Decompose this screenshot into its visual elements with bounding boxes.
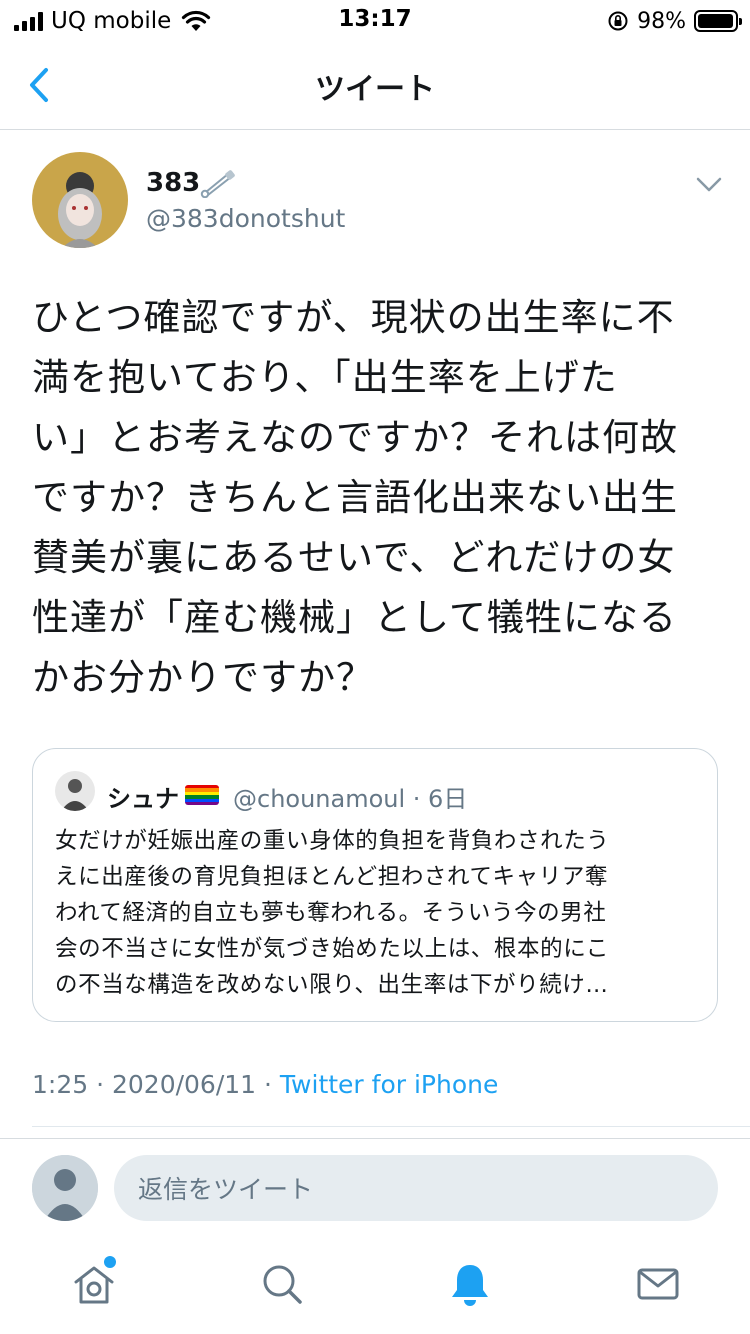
quoted-tweet-card[interactable]: シュナ @chounamoul · 6日 女だけが妊娠出産の重い身体的負担を背負…	[32, 748, 718, 1022]
tweet-meta: 1:25 · 2020/06/11 · Twitter for iPhone	[32, 1070, 498, 1099]
status-bar: UQ mobile 13:17 98%	[0, 0, 750, 40]
orientation-lock-icon	[608, 11, 628, 31]
quoted-author-handle: @chounamoul · 6日	[233, 785, 468, 813]
battery-percent: 98%	[637, 8, 686, 34]
author-avatar[interactable]	[32, 152, 128, 248]
quoted-tweet-text: 女だけが妊娠出産の重い身体的負担を背負わされたう えに出産後の育児負担ほとんど担…	[55, 828, 610, 998]
battery-icon	[694, 10, 742, 32]
tweet-text: ひとつ確認ですが、現状の出生率に不 満を抱いており、「出生率を上げた い」とお考…	[32, 296, 678, 699]
tab-bar	[0, 1238, 750, 1334]
author-name: 383	[146, 168, 201, 198]
reply-bar: 返信をツイート	[0, 1138, 750, 1238]
notifications-icon[interactable]	[446, 1260, 494, 1308]
divider	[32, 1126, 750, 1127]
quoted-author-avatar	[55, 771, 95, 811]
tweet-timestamp: 1:25 · 2020/06/11 ·	[32, 1070, 280, 1099]
quoted-author-name: シュナ	[107, 785, 179, 813]
status-right: 98%	[607, 6, 742, 36]
avatar-image	[32, 152, 128, 248]
home-unread-dot	[104, 1256, 116, 1268]
chevron-down-icon[interactable]	[694, 172, 724, 196]
rainbow-flag-icon	[185, 785, 219, 805]
nav-bar: ツイート	[0, 40, 750, 130]
safety-pin-icon	[200, 170, 235, 198]
page-title: ツイート	[315, 72, 435, 107]
quoted-avatar-image	[55, 771, 95, 811]
reply-input[interactable]: 返信をツイート	[114, 1155, 718, 1221]
messages-icon[interactable]	[634, 1260, 682, 1308]
search-icon[interactable]	[258, 1260, 306, 1308]
tweet-source-link[interactable]: Twitter for iPhone	[280, 1070, 498, 1099]
default-avatar-icon	[32, 1155, 98, 1221]
battery-level	[698, 14, 734, 28]
my-avatar[interactable]	[32, 1155, 98, 1221]
author-handle: @383donotshut	[146, 204, 346, 233]
